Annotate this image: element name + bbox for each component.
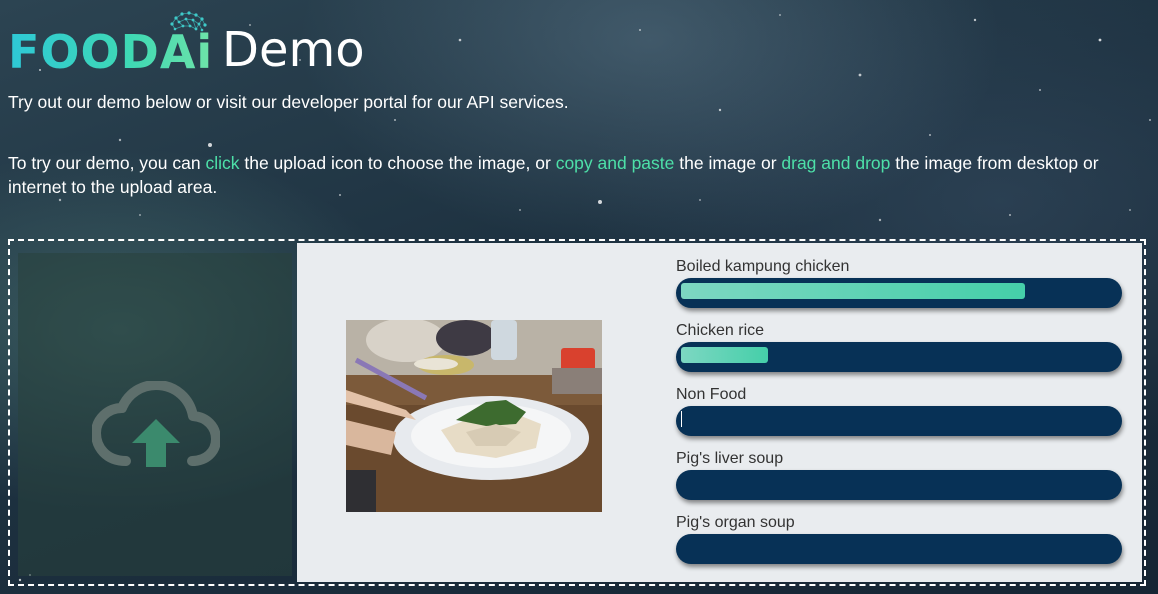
result-label: Pig's organ soup bbox=[676, 514, 795, 531]
confidence-bar-fill bbox=[681, 283, 1025, 299]
result-item: Non Food bbox=[676, 385, 1122, 449]
confidence-bar-track bbox=[676, 406, 1122, 436]
foodai-logo[interactable]: FOODAi bbox=[8, 10, 212, 76]
result-label: Chicken rice bbox=[676, 322, 765, 339]
result-label: Non Food bbox=[676, 386, 747, 403]
demo-panel: Boiled kampung chicken Chicken rice Non Fo… bbox=[8, 239, 1146, 586]
result-label: Boiled kampung chicken bbox=[676, 258, 850, 275]
confidence-bar-fill bbox=[681, 347, 768, 363]
result-item: Pig's organ soup bbox=[676, 513, 1122, 577]
page-header: FOODAi Demo bbox=[8, 10, 608, 78]
prediction-results: Boiled kampung chicken Chicken rice Non Fo… bbox=[676, 257, 1122, 577]
upload-dropzone[interactable] bbox=[18, 253, 292, 576]
drag-drop-link[interactable]: drag and drop bbox=[781, 153, 890, 173]
page-title: Demo bbox=[222, 22, 365, 78]
brain-network-icon bbox=[170, 11, 207, 32]
intro-text: Try out our demo below or visit our deve… bbox=[8, 92, 569, 112]
confidence-bar-track bbox=[676, 278, 1122, 308]
confidence-bar-fill bbox=[681, 411, 682, 427]
copy-paste-link[interactable]: copy and paste bbox=[556, 153, 675, 173]
instructions-text: To try our demo, you can click the uploa… bbox=[8, 151, 1148, 199]
confidence-bar-track bbox=[676, 342, 1122, 372]
confidence-bar-track bbox=[676, 470, 1122, 500]
uploaded-food-image bbox=[346, 320, 602, 512]
instructions-part-3: the image or bbox=[674, 153, 782, 173]
result-item: Boiled kampung chicken bbox=[676, 257, 1122, 321]
click-link[interactable]: click bbox=[205, 153, 239, 173]
confidence-bar-track bbox=[676, 534, 1122, 564]
result-item: Pig's liver soup bbox=[676, 449, 1122, 513]
result-label: Pig's liver soup bbox=[676, 450, 784, 467]
instructions-part-2: the upload icon to choose the image, or bbox=[239, 153, 556, 173]
result-area: Boiled kampung chicken Chicken rice Non Fo… bbox=[297, 243, 1142, 582]
result-item: Chicken rice bbox=[676, 321, 1122, 385]
instructions-part-1: To try our demo, you can bbox=[8, 153, 206, 173]
cloud-upload-icon[interactable] bbox=[92, 381, 220, 471]
